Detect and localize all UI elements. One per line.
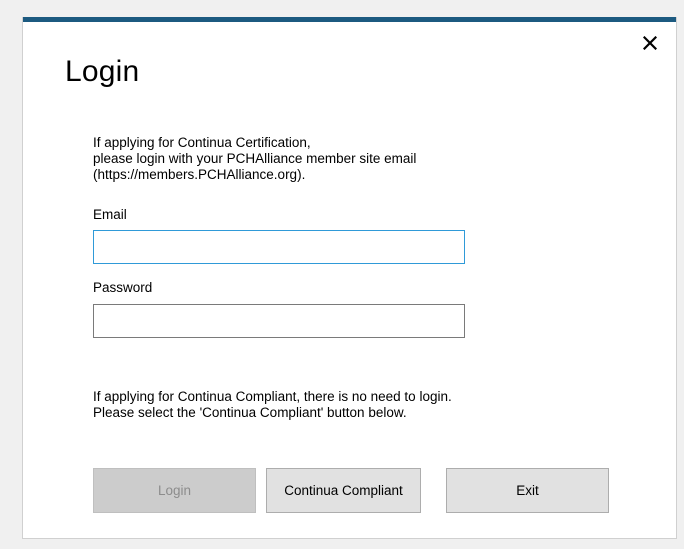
compliant-info-line: Please select the 'Continua Compliant' b… xyxy=(93,405,407,420)
close-button[interactable] xyxy=(638,31,662,55)
certification-info-line: If applying for Continua Certification, xyxy=(93,135,311,150)
certification-info-line: (https://members.PCHAlliance.org). xyxy=(93,167,306,182)
exit-button[interactable]: Exit xyxy=(446,468,609,513)
email-field[interactable] xyxy=(93,230,465,264)
password-label: Password xyxy=(93,280,153,295)
compliant-info-line: If applying for Continua Compliant, ther… xyxy=(93,389,452,404)
login-button[interactable]: Login xyxy=(93,468,256,513)
password-field[interactable] xyxy=(93,304,465,338)
certification-info: If applying for Continua Certification, … xyxy=(93,135,416,183)
dialog-accent-bar xyxy=(23,17,676,22)
screen: Login If applying for Continua Certifica… xyxy=(0,0,684,549)
login-dialog: Login If applying for Continua Certifica… xyxy=(22,17,677,539)
dialog-title: Login xyxy=(65,55,140,88)
compliant-info: If applying for Continua Compliant, ther… xyxy=(93,389,452,421)
continua-compliant-button[interactable]: Continua Compliant xyxy=(266,468,421,513)
certification-info-line: please login with your PCHAlliance membe… xyxy=(93,151,417,166)
email-label: Email xyxy=(93,207,127,222)
close-icon xyxy=(643,36,657,50)
